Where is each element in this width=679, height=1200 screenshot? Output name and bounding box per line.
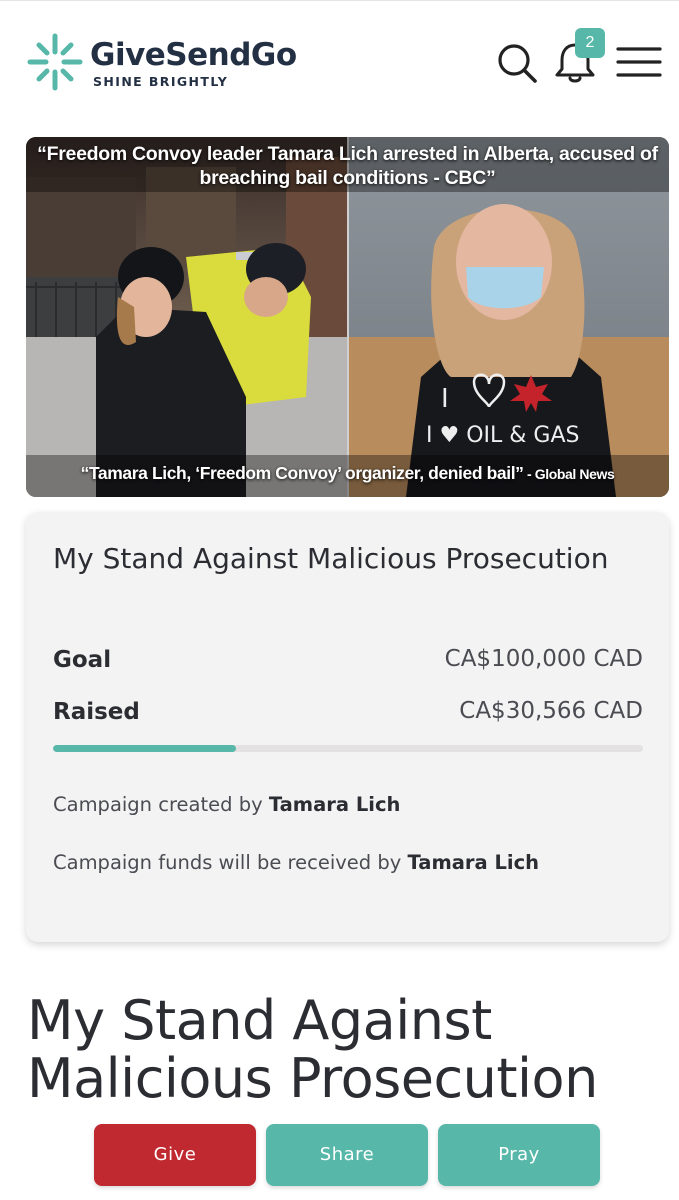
funding-progress-bar — [53, 745, 643, 752]
page: GiveSendGo SHINE BRIGHTLY 2 I I ♥ OIL & … — [0, 0, 679, 1200]
goal-label: Goal — [53, 647, 112, 673]
campaign-page-title: My Stand Against Malicious Prosecution — [27, 989, 598, 1110]
give-button[interactable]: Give — [94, 1124, 256, 1186]
hero-quote-bottom-source: - Global News — [523, 466, 615, 482]
search-icon[interactable] — [496, 42, 538, 84]
goal-value: CA$100,000 CAD — [444, 646, 643, 672]
brand-logo[interactable]: GiveSendGo SHINE BRIGHTLY — [26, 32, 297, 92]
share-button[interactable]: Share — [266, 1124, 428, 1186]
funds-recipient-line: Campaign funds will be received by Tamar… — [53, 851, 539, 874]
funds-label: Campaign funds will be received by — [53, 851, 408, 874]
sweater-print-text: I ♥ OIL & GAS — [426, 423, 579, 448]
campaign-hero-image: I I ♥ OIL & GAS “Freedom Convoy leader T… — [26, 137, 669, 497]
recipient-name[interactable]: Tamara Lich — [408, 851, 540, 874]
funding-progress-fill — [53, 745, 236, 752]
hero-photo-collage: I I ♥ OIL & GAS — [26, 137, 669, 497]
hero-quote-top: “Freedom Convoy leader Tamara Lich arres… — [37, 143, 658, 189]
created-by-label: Campaign created by — [53, 793, 269, 816]
site-header: GiveSendGo SHINE BRIGHTLY 2 — [0, 0, 679, 122]
hero-quote-bottom: “Tamara Lich, ‘Freedom Convoy’ organizer… — [26, 463, 669, 484]
goal-row: Goal CA$100,000 CAD — [53, 646, 643, 673]
svg-text:I: I — [441, 384, 449, 414]
logo-star-icon — [27, 33, 83, 91]
campaign-summary-card: My Stand Against Malicious Prosecution G… — [26, 512, 669, 942]
hero-quote-bottom-text: “Tamara Lich, ‘Freedom Convoy’ organizer… — [80, 463, 524, 483]
campaign-card-title: My Stand Against Malicious Prosecution — [53, 542, 609, 575]
raised-label: Raised — [53, 699, 140, 725]
brand-tagline: SHINE BRIGHTLY — [93, 74, 229, 89]
campaign-creator-line: Campaign created by Tamara Lich — [53, 793, 400, 816]
raised-row: Raised CA$30,566 CAD — [53, 698, 643, 725]
brand-name: GiveSendGo — [90, 37, 297, 73]
notification-badge: 2 — [575, 28, 605, 58]
raised-value: CA$30,566 CAD — [459, 698, 643, 724]
creator-name[interactable]: Tamara Lich — [269, 793, 401, 816]
pray-button[interactable]: Pray — [438, 1124, 600, 1186]
hamburger-menu-icon[interactable] — [616, 45, 662, 79]
